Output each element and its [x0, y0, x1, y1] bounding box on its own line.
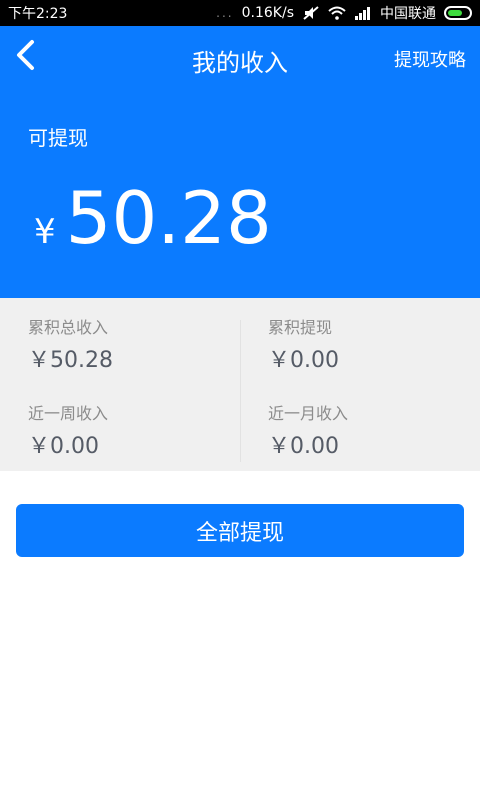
income-stats: 累积总收入 ￥50.28 累积提现 ￥0.00 近一周收入 ￥0.00 近一月收… — [0, 298, 480, 471]
balance-amount: ¥ 50.28 — [34, 176, 272, 260]
wifi-icon — [328, 6, 346, 20]
stat-week-income: 近一周收入 ￥0.00 — [28, 400, 228, 460]
withdrawable-label: 可提现 — [28, 126, 88, 150]
nav-bar: 我的收入 提现攻略 — [0, 26, 480, 86]
stat-value: ￥0.00 — [268, 348, 339, 373]
battery-icon — [444, 6, 472, 20]
withdraw-all-button[interactable]: 全部提现 — [16, 504, 464, 557]
stat-label: 累积提现 — [268, 318, 333, 337]
stat-label: 近一周收入 — [28, 404, 109, 423]
withdraw-guide-link[interactable]: 提现攻略 — [394, 46, 466, 72]
stat-month-income: 近一月收入 ￥0.00 — [268, 400, 468, 460]
stat-value: ￥50.28 — [28, 348, 113, 373]
status-right: ... 0.16K/s 中国联通 — [216, 3, 472, 23]
stat-label: 累积总收入 — [28, 318, 109, 337]
net-speed: 0.16K/s — [241, 5, 294, 21]
income-header: 我的收入 提现攻略 可提现 ¥ 50.28 — [0, 26, 480, 298]
status-dots: ... — [216, 6, 234, 20]
status-time: 下午2:23 — [8, 6, 68, 22]
balance-value: 50.28 — [65, 176, 272, 260]
stat-total-withdrawn: 累积提现 ￥0.00 — [268, 314, 468, 374]
currency-symbol: ¥ — [34, 212, 56, 252]
stat-value: ￥0.00 — [28, 434, 99, 459]
signal-icon — [354, 6, 372, 20]
mute-icon — [302, 5, 320, 21]
stat-label: 近一月收入 — [268, 404, 349, 423]
status-bar: 下午2:23 ... 0.16K/s 中国联通 — [0, 0, 480, 26]
stats-divider — [240, 320, 241, 462]
stat-total-income: 累积总收入 ￥50.28 — [28, 314, 228, 374]
stat-value: ￥0.00 — [268, 434, 339, 459]
carrier-name: 中国联通 — [380, 6, 436, 22]
